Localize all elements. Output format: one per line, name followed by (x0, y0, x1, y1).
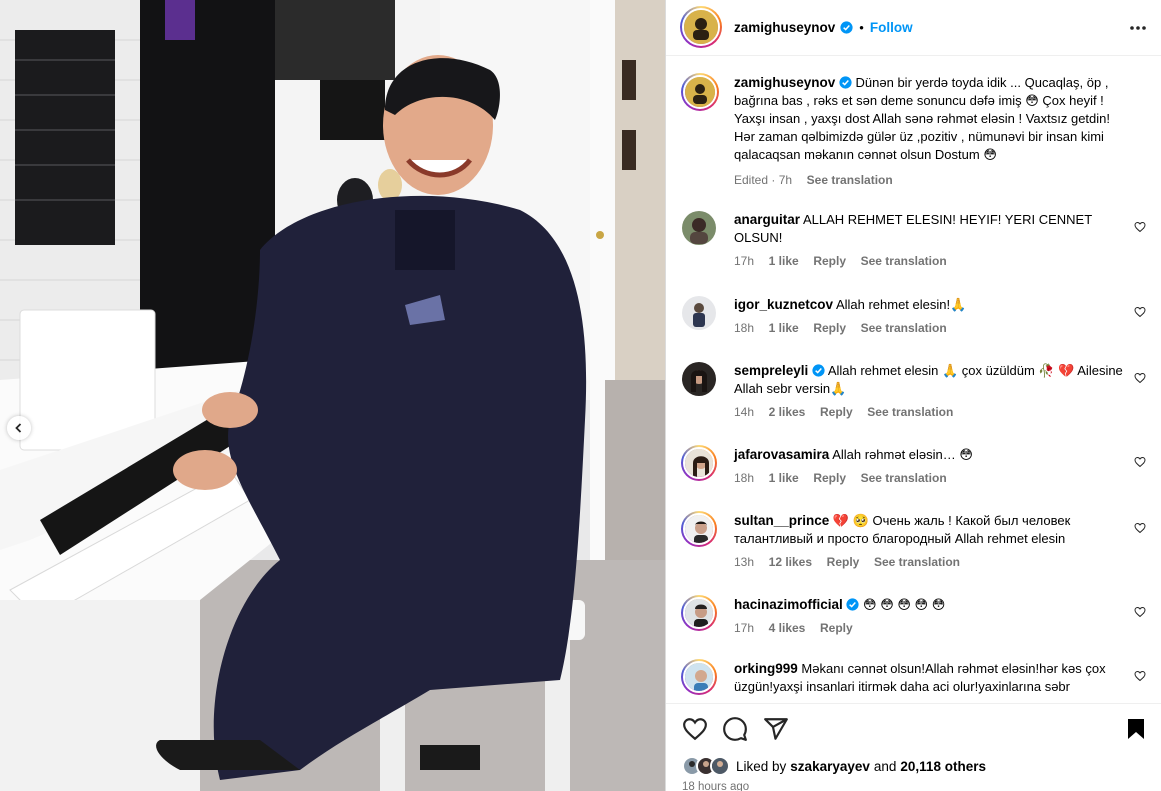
comment-reply-button[interactable]: Reply (813, 471, 846, 485)
post-side-panel: zamighuseynov • Follow zamighuseynov Dün… (665, 0, 1161, 791)
follow-button[interactable]: Follow (870, 20, 913, 35)
heart-icon[interactable] (1134, 670, 1146, 682)
post-actions: Liked by szakaryayev and 20,118 others 1… (666, 703, 1161, 791)
comment-time: 13h (734, 555, 755, 569)
author-avatar[interactable] (680, 6, 722, 48)
liker-avatars (682, 756, 730, 776)
author-username[interactable]: zamighuseynov (734, 20, 835, 35)
comment-likes[interactable]: 4 likes (769, 621, 806, 635)
comment-time: 17h (734, 254, 755, 268)
liked-by-prefix: Liked by (736, 758, 787, 774)
verified-badge-icon (840, 20, 853, 34)
comment-avatar[interactable] (682, 211, 716, 245)
comment-username[interactable]: igor_kuznetcov (734, 297, 833, 312)
heart-icon[interactable] (1134, 372, 1146, 384)
comment-avatar[interactable] (682, 362, 716, 396)
share-icon[interactable] (763, 716, 789, 742)
more-icon[interactable] (1128, 18, 1148, 38)
liked-by-user[interactable]: szakaryayev (790, 759, 870, 774)
chevron-left-icon (15, 423, 22, 433)
author-avatar-image (684, 10, 718, 44)
comment-avatar[interactable] (681, 511, 717, 547)
comment-avatar-image (685, 663, 713, 691)
caption-avatar[interactable] (681, 73, 719, 111)
verified-badge-icon (846, 598, 859, 611)
likes-summary[interactable]: Liked by szakaryayev and 20,118 others (682, 756, 986, 776)
comment-avatar-image (682, 362, 716, 396)
comment-avatar[interactable] (681, 659, 717, 695)
heart-icon[interactable] (1134, 606, 1146, 618)
comment-text: Allah rehmet elesin!🙏 (835, 297, 967, 312)
comment-reply-button[interactable]: Reply (813, 254, 846, 268)
post-time-ago[interactable]: 18 hours ago (682, 781, 749, 791)
liked-by-and: and (873, 758, 897, 774)
caption-username[interactable]: zamighuseynov (734, 75, 835, 90)
post-header: zamighuseynov • Follow (666, 0, 1161, 54)
comment-username[interactable]: sultan__prince (734, 513, 829, 528)
comment-likes[interactable]: 1 like (769, 471, 799, 485)
caption-see-translation[interactable]: See translation (807, 173, 893, 187)
comment-reply-button[interactable]: Reply (820, 405, 853, 419)
comments-list[interactable]: zamighuseynov Dünən bir yerdə toyda idik… (666, 55, 1161, 703)
comment-text: Allah rəhmət eləsin… 😳 (832, 447, 973, 462)
liker-avatar (710, 756, 730, 776)
caption-edited-time: Edited · 7h (734, 173, 793, 187)
comment-see-translation[interactable]: See translation (861, 254, 947, 268)
like-heart-icon[interactable] (682, 716, 708, 742)
comment-avatar[interactable] (681, 595, 717, 631)
comment-see-translation[interactable]: See translation (867, 405, 953, 419)
comment-likes[interactable]: 12 likes (769, 555, 812, 569)
caption-avatar-image (685, 77, 715, 107)
separator-dot: • (859, 19, 864, 35)
comment-reply-button[interactable]: Reply (827, 555, 860, 569)
carousel-prev-button[interactable] (7, 416, 31, 440)
comment-see-translation[interactable]: See translation (861, 321, 947, 335)
comment-time: 18h (734, 321, 755, 335)
comment-avatar-image (682, 211, 716, 245)
comment-reply-button[interactable]: Reply (813, 321, 846, 335)
bookmark-icon[interactable] (1124, 716, 1148, 742)
comment-see-translation[interactable]: See translation (874, 555, 960, 569)
comment-time: 18h (734, 471, 755, 485)
comment-username[interactable]: anarguitar (734, 212, 800, 227)
comment-avatar-image (682, 296, 716, 330)
verified-badge-icon (812, 364, 825, 377)
comment-likes[interactable]: 1 like (769, 254, 799, 268)
comment-avatar-image (685, 515, 713, 543)
comment-see-translation[interactable]: See translation (861, 471, 947, 485)
post-photo-illustration (0, 0, 665, 791)
comment-username[interactable]: sempreleyli (734, 363, 808, 378)
comment-username[interactable]: jafarovasamira (734, 447, 829, 462)
comment-avatar[interactable] (682, 296, 716, 330)
comment-likes[interactable]: 2 likes (769, 405, 806, 419)
comment-avatar[interactable] (681, 445, 717, 481)
heart-icon[interactable] (1134, 221, 1146, 233)
comment-username[interactable]: orking999 (734, 661, 798, 676)
verified-badge-icon (839, 76, 852, 89)
heart-icon[interactable] (1134, 306, 1146, 318)
heart-icon[interactable] (1134, 522, 1146, 534)
heart-icon[interactable] (1134, 456, 1146, 468)
comment-reply-button[interactable]: Reply (820, 621, 853, 635)
comment-text: 😳 😳 😳 😳 😳 (863, 597, 946, 612)
comment-time: 17h (734, 621, 755, 635)
comment-avatar-image (685, 599, 713, 627)
comment-time: 14h (734, 405, 755, 419)
comment-likes[interactable]: 1 like (769, 321, 799, 335)
comment-icon[interactable] (722, 716, 748, 742)
liked-by-count[interactable]: 20,118 others (900, 759, 986, 774)
post-image[interactable] (0, 0, 665, 791)
comment-avatar-image (685, 449, 713, 477)
comment-username[interactable]: hacinazimofficial (734, 597, 843, 612)
